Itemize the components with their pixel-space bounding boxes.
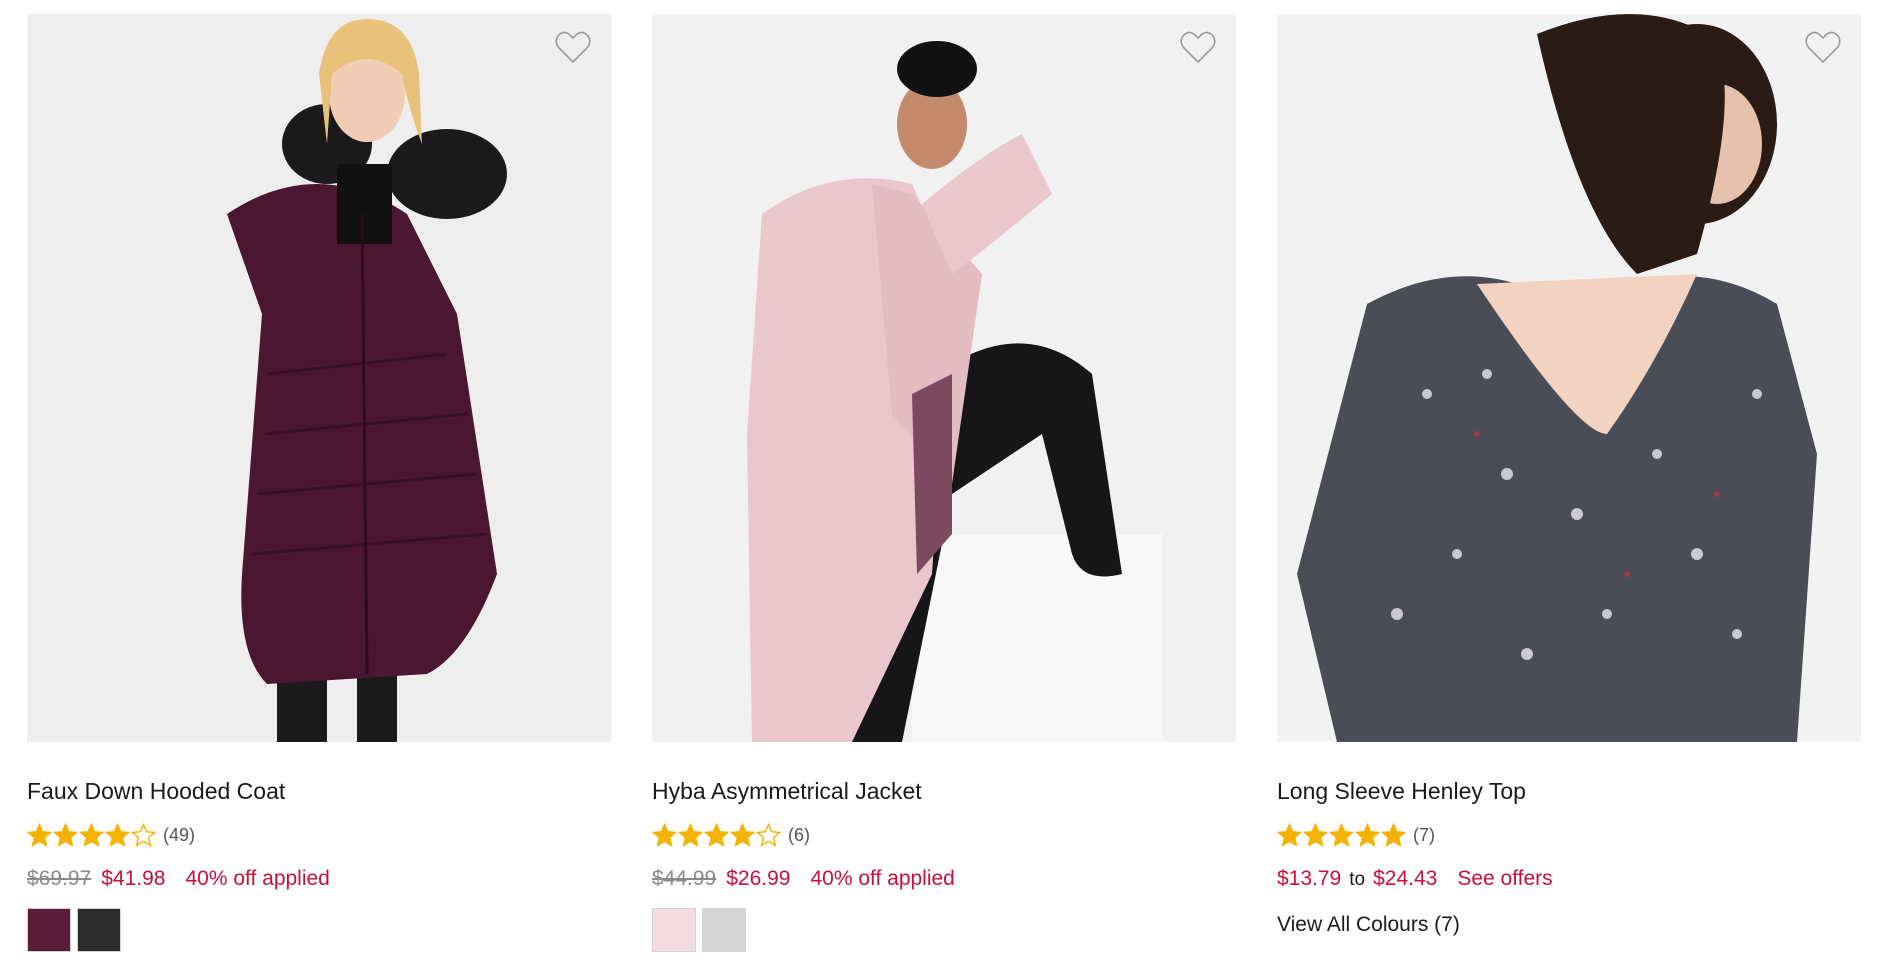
product-rating: (7): [1277, 820, 1861, 850]
star-rating: [652, 822, 782, 848]
star-filled-icon: [1381, 822, 1406, 847]
heart-outline-icon: [555, 31, 591, 64]
product-grid: Faux Down Hooded Coat (49) $69.97 $41.98…: [0, 0, 1882, 966]
original-price: $69.97: [27, 867, 92, 890]
product-card[interactable]: Hyba Asymmetrical Jacket (6) $44.99 $26.…: [652, 14, 1236, 952]
original-price: $44.99: [652, 867, 717, 890]
star-filled-icon: [652, 822, 677, 847]
product-photo: [1277, 14, 1861, 742]
wishlist-button[interactable]: [1803, 28, 1843, 68]
star-rating: [27, 822, 157, 848]
color-swatch[interactable]: [77, 908, 121, 952]
star-filled-icon: [730, 822, 755, 847]
star-filled-icon: [704, 822, 729, 847]
product-image[interactable]: [27, 14, 611, 742]
product-image[interactable]: [1277, 14, 1861, 742]
product-rating: (6): [652, 820, 1236, 850]
star-filled-icon: [105, 822, 130, 847]
color-swatch[interactable]: [27, 908, 71, 952]
wishlist-button[interactable]: [553, 28, 593, 68]
price-row: $44.99 $26.99 40% off applied: [652, 864, 1236, 894]
product-card[interactable]: Faux Down Hooded Coat (49) $69.97 $41.98…: [27, 14, 611, 952]
product-rating: (49): [27, 820, 611, 850]
see-offers-link[interactable]: See offers: [1457, 864, 1552, 894]
star-filled-icon: [1355, 822, 1380, 847]
price-to: $24.43: [1373, 867, 1438, 890]
star-rating: [1277, 822, 1407, 848]
product-photo: [652, 14, 1236, 742]
star-filled-icon: [1303, 822, 1328, 847]
star-filled-icon: [27, 822, 52, 847]
product-photo: [27, 14, 611, 742]
star-filled-icon: [53, 822, 78, 847]
promo-text: 40% off applied: [810, 867, 955, 890]
product-name[interactable]: Long Sleeve Henley Top: [1277, 776, 1861, 806]
color-swatch[interactable]: [702, 908, 746, 952]
star-outline-icon: [131, 822, 156, 847]
sale-price: $41.98: [101, 867, 166, 890]
star-filled-icon: [1277, 822, 1302, 847]
price-row: $69.97 $41.98 40% off applied: [27, 864, 611, 894]
product-image[interactable]: [652, 14, 1236, 742]
product-name[interactable]: Hyba Asymmetrical Jacket: [652, 776, 1236, 806]
product-name[interactable]: Faux Down Hooded Coat: [27, 776, 611, 806]
wishlist-button[interactable]: [1178, 28, 1218, 68]
star-filled-icon: [678, 822, 703, 847]
sale-price: $26.99: [726, 867, 791, 890]
color-swatch[interactable]: [652, 908, 696, 952]
color-swatches: [27, 908, 611, 952]
price-from: $13.79: [1277, 867, 1342, 890]
view-all-colours-link[interactable]: View All Colours (7): [1277, 913, 1861, 937]
review-count[interactable]: (7): [1413, 825, 1435, 846]
price-row: $13.79 to $24.43 See offers: [1277, 864, 1861, 895]
star-outline-icon: [756, 822, 781, 847]
color-swatches: [652, 908, 1236, 952]
star-filled-icon: [1329, 822, 1354, 847]
heart-outline-icon: [1805, 31, 1841, 64]
promo-text: 40% off applied: [185, 867, 330, 890]
star-filled-icon: [79, 822, 104, 847]
review-count[interactable]: (49): [163, 825, 195, 846]
product-card[interactable]: Long Sleeve Henley Top (7) $13.79 to $24…: [1277, 14, 1861, 937]
price-range-separator: to: [1349, 869, 1366, 890]
review-count[interactable]: (6): [788, 825, 810, 846]
heart-outline-icon: [1180, 31, 1216, 64]
